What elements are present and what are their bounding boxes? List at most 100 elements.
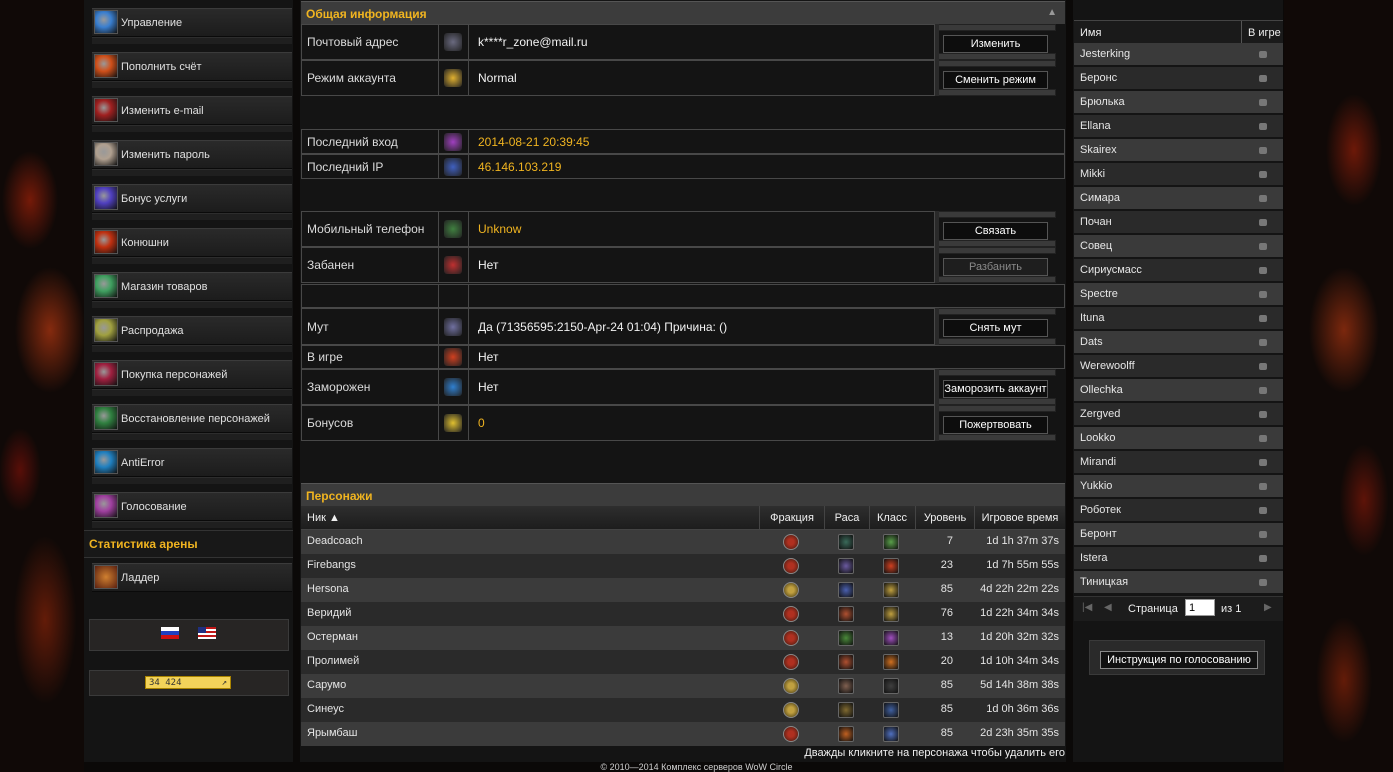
visit-counter[interactable]: 34 424 ↗ — [145, 676, 231, 689]
character-row[interactable]: Firebangs 23 1d 7h 55m 55s — [301, 554, 1065, 578]
info-icon-cell — [438, 346, 469, 368]
player-row[interactable]: Zergved — [1074, 403, 1283, 426]
class-icon — [883, 678, 899, 694]
page-number-input[interactable] — [1185, 599, 1215, 616]
info-action-button[interactable]: Заморозить аккаунт — [943, 380, 1048, 398]
player-row[interactable]: Yukkio — [1074, 475, 1283, 498]
player-row[interactable]: Почан — [1074, 211, 1283, 234]
russian-flag-icon[interactable] — [161, 627, 179, 639]
prev-page-icon[interactable]: ◀ — [1104, 602, 1112, 613]
player-row[interactable]: Dats — [1074, 331, 1283, 354]
menu-item-label: Пополнить счёт — [121, 61, 202, 73]
column-level[interactable]: Уровень — [916, 512, 974, 524]
menu-item-11[interactable]: Голосование — [92, 492, 292, 528]
fire-icon — [94, 54, 118, 78]
class-icon — [883, 558, 899, 574]
info-action-button[interactable]: Разбанить — [943, 258, 1048, 276]
menu-item-5[interactable]: Конюшни — [92, 228, 292, 264]
menu-item-8[interactable]: Покупка персонажей — [92, 360, 292, 396]
character-nick: Сарумо — [307, 679, 347, 691]
offline-status-icon — [1259, 147, 1267, 154]
next-page-icon[interactable]: ▶ — [1264, 602, 1272, 613]
menu-item-ladder[interactable]: Ладдер — [92, 563, 292, 592]
offline-status-icon — [1259, 267, 1267, 274]
players-pager: |◀ ◀ Страница из 1 ▶ — [1074, 596, 1283, 621]
player-row[interactable]: Ituna — [1074, 307, 1283, 330]
info-action-button[interactable]: Связать — [943, 222, 1048, 240]
info-key-cell: Мобильный телефон — [302, 212, 439, 246]
info-action-button[interactable]: Изменить — [943, 35, 1048, 53]
player-row[interactable]: Симара — [1074, 187, 1283, 210]
info-button-frame: Пожертвовать — [935, 405, 1056, 441]
player-row[interactable]: Брюлька — [1074, 91, 1283, 114]
menu-item-0[interactable]: Управление — [92, 8, 292, 44]
race-icon — [838, 534, 854, 550]
column-class[interactable]: Класс — [870, 512, 914, 524]
character-row[interactable]: Ярымбаш 85 2d 23h 35m 35s — [301, 722, 1065, 746]
info-row: Мобильный телефон Unknow — [301, 211, 935, 247]
column-faction[interactable]: Фракция — [761, 512, 823, 524]
player-row[interactable]: Jesterking — [1074, 43, 1283, 66]
horde-faction-icon — [783, 654, 799, 670]
info-row — [301, 284, 1065, 308]
player-row[interactable]: Беронс — [1074, 67, 1283, 90]
footer-copyright: © 2010—2014 Комплекс серверов WoW Circle — [600, 762, 793, 772]
info-button-frame: Связать — [935, 211, 1056, 247]
menu-item-4[interactable]: Бонус услуги — [92, 184, 292, 220]
player-row[interactable]: Сириусмасс — [1074, 259, 1283, 282]
column-nick[interactable]: Ник ▲ — [307, 512, 340, 524]
collapse-icon[interactable]: ▲ — [1047, 7, 1057, 18]
horde-faction-icon — [783, 534, 799, 550]
menu-item-9[interactable]: Восстановление персонажей — [92, 404, 292, 440]
player-row[interactable]: Spectre — [1074, 283, 1283, 306]
vote-instructions-button[interactable]: Инструкция по голосованию — [1100, 651, 1258, 669]
menu-item-10[interactable]: AntiError — [92, 448, 292, 484]
info-key-cell: Почтовый адрес — [302, 25, 439, 59]
character-row[interactable]: Остерман 13 1d 20h 32m 32s — [301, 626, 1065, 650]
player-row[interactable]: Беронт — [1074, 523, 1283, 546]
player-row[interactable]: Mikki — [1074, 163, 1283, 186]
character-row[interactable]: Deadcoach 7 1d 1h 37m 37s — [301, 530, 1065, 554]
player-row[interactable]: Роботек — [1074, 499, 1283, 522]
character-row[interactable]: Пролимей 20 1d 10h 34m 34s — [301, 650, 1065, 674]
player-row[interactable]: Skairex — [1074, 139, 1283, 162]
menu-item-2[interactable]: Изменить e-mail — [92, 96, 292, 132]
alliance-faction-icon — [783, 678, 799, 694]
player-row[interactable]: Werewoolff — [1074, 355, 1283, 378]
character-row[interactable]: Веридий 76 1d 22h 34m 34s — [301, 602, 1065, 626]
column-playtime[interactable]: Игровое время — [975, 512, 1065, 524]
column-online[interactable]: В игре — [1248, 27, 1281, 39]
player-row[interactable]: Совец — [1074, 235, 1283, 258]
character-row[interactable]: Синеус 85 1d 0h 36m 36s — [301, 698, 1065, 722]
info-row: Режим аккаунта Normal — [301, 60, 935, 96]
us-flag-icon[interactable] — [198, 627, 216, 639]
info-row: Заморожен Нет — [301, 369, 935, 405]
menu-item-1[interactable]: Пополнить счёт — [92, 52, 292, 88]
player-row[interactable]: Lookko — [1074, 427, 1283, 450]
column-name[interactable]: Имя — [1080, 27, 1101, 39]
player-row[interactable]: Istera — [1074, 547, 1283, 570]
player-row[interactable]: Ellana — [1074, 115, 1283, 138]
menu-item-6[interactable]: Магазин товаров — [92, 272, 292, 308]
characters-table-header: Ник ▲ Фракция Раса Класс Уровень Игровое… — [301, 506, 1065, 530]
menu-item-7[interactable]: Распродажа — [92, 316, 292, 352]
info-action-button[interactable]: Снять мут — [943, 319, 1048, 337]
column-race[interactable]: Раса — [825, 512, 869, 524]
character-row[interactable]: Сарумо 85 5d 14h 38m 38s — [301, 674, 1065, 698]
info-action-button[interactable]: Пожертвовать — [943, 416, 1048, 434]
info-value: Да (71356595:2150-Apr-24 01:04) Причина:… — [478, 319, 728, 334]
player-row[interactable]: Mirandi — [1074, 451, 1283, 474]
first-page-icon[interactable]: |◀ — [1082, 602, 1092, 613]
info-action-button[interactable]: Сменить режим — [943, 71, 1048, 89]
character-playtime: 1d 10h 34m 34s — [980, 655, 1059, 667]
player-row[interactable]: Ollechka — [1074, 379, 1283, 402]
character-level: 76 — [940, 607, 953, 619]
mail-icon — [444, 33, 462, 51]
page-of-label: из 1 — [1221, 603, 1242, 615]
info-icon-cell — [438, 309, 469, 344]
info-key: Почтовый адрес — [307, 35, 399, 49]
menu-item-3[interactable]: Изменить пароль — [92, 140, 292, 176]
class-icon — [883, 702, 899, 718]
character-row[interactable]: Hersona 85 4d 22h 22m 22s — [301, 578, 1065, 602]
player-row[interactable]: Тиницкая — [1074, 571, 1283, 594]
